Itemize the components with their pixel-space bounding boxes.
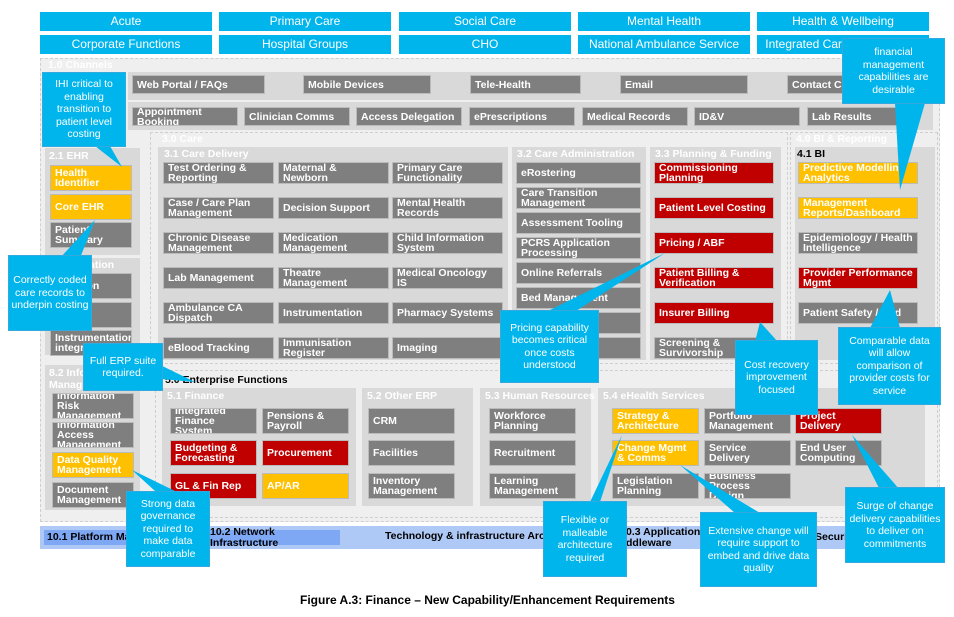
surge-tail	[852, 435, 900, 490]
comparable-tail	[870, 290, 900, 328]
coded-tail	[60, 220, 95, 258]
callout-pricing: Pricing capability becomes critical once…	[500, 310, 599, 383]
extensive-tail	[680, 465, 760, 513]
callout-cost: Cost recovery improvement focused	[735, 340, 818, 415]
callout-erp: Full ERP suite required.	[83, 343, 163, 391]
callout-comparable: Comparable data will allow comparison of…	[838, 327, 941, 405]
ihi-tail	[95, 146, 122, 167]
callout-extensive: Extensive change will require support to…	[700, 512, 817, 587]
capability-diagram: Acute Corporate Functions Primary Care Hosp…	[0, 0, 954, 617]
callout-coded: Correctly coded care records to underpin…	[8, 255, 92, 331]
callout-ihi: IHI critical to enabling transition to p…	[42, 72, 126, 147]
callout-financial: financial management capabilities are de…	[842, 38, 945, 104]
governance-tail	[132, 470, 175, 491]
callout-surge: Surge of change delivery capabilities to…	[845, 487, 945, 563]
callout-flexible: Flexible or malleable architecture requi…	[543, 501, 627, 577]
callout-governance: Strong data governance required to make …	[126, 491, 210, 567]
cost-tail	[755, 322, 778, 342]
pricing-tail	[540, 253, 665, 315]
figure-caption: Figure A.3: Finance – New Capability/Enh…	[300, 593, 675, 607]
flexible-tail	[590, 435, 622, 502]
financial-tail	[895, 103, 925, 190]
